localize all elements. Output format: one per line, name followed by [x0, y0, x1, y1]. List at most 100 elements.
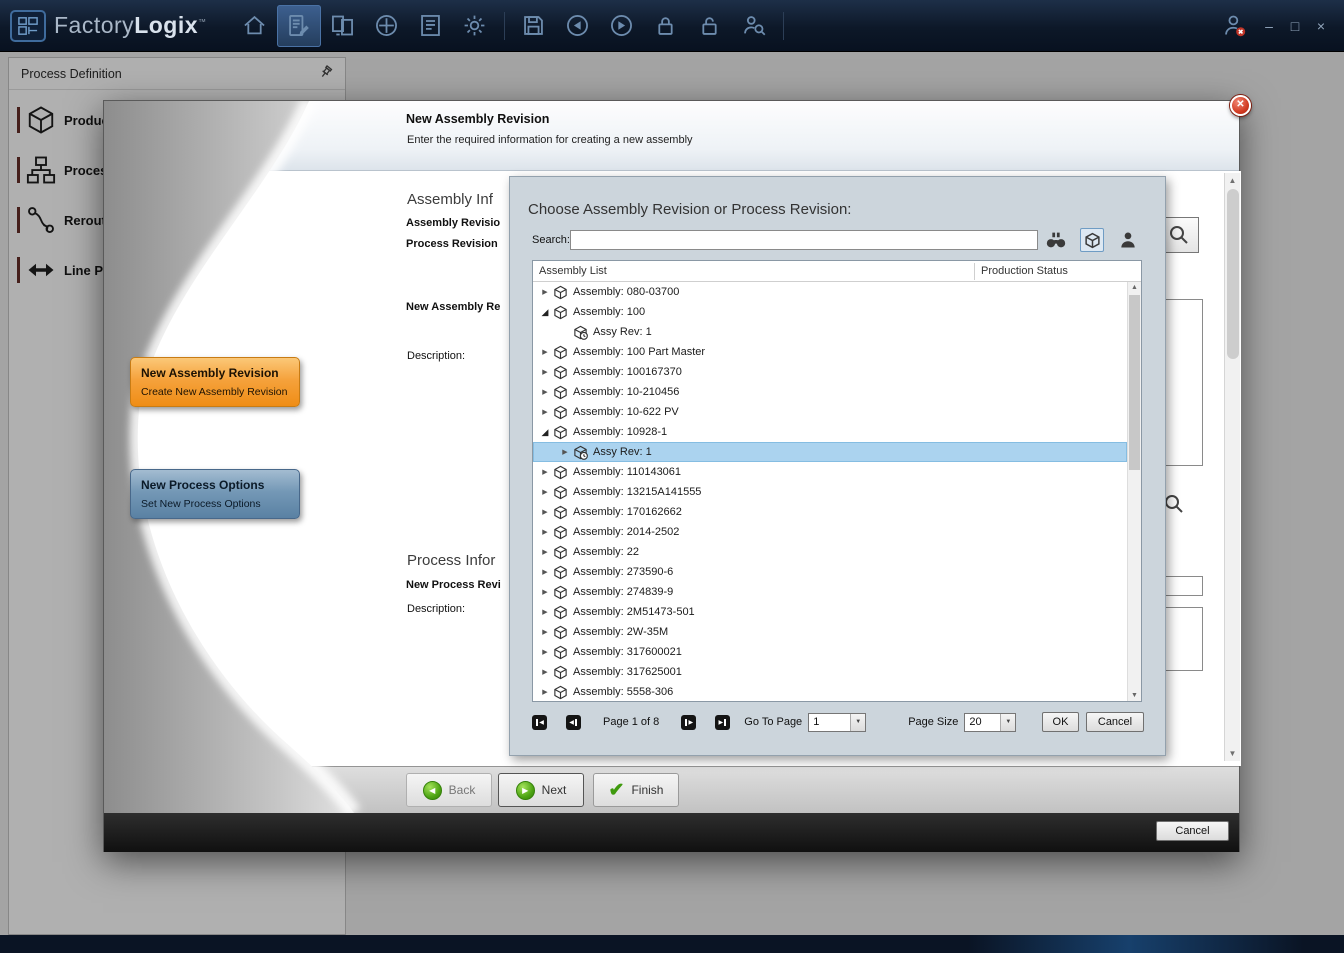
last-page-button[interactable]: ▶ — [715, 715, 730, 730]
process-editor-icon[interactable] — [277, 5, 321, 47]
prev-page-button[interactable]: ◀ — [566, 715, 581, 730]
expand-icon[interactable]: ▶ — [538, 628, 552, 636]
status-strip — [0, 935, 1344, 953]
item-accent-bar — [17, 157, 20, 183]
dialog-bottom-bar: Cancel — [104, 813, 1239, 852]
column-production-status[interactable]: Production Status — [981, 265, 1068, 277]
expand-icon[interactable]: ▶ — [538, 608, 552, 616]
content-scrollbar[interactable]: ▲ ▼ — [1224, 173, 1240, 761]
step-new-process-options[interactable]: New Process Options Set New Process Opti… — [130, 469, 300, 519]
scroll-down-icon[interactable]: ▼ — [1225, 749, 1240, 758]
list-item[interactable]: ▶ Assembly: 2M51473-501 — [533, 602, 1127, 622]
list-item[interactable]: ▶ Assembly: 10-622 PV — [533, 402, 1127, 422]
scroll-up-icon[interactable]: ▲ — [1128, 284, 1141, 291]
next-page-button[interactable]: ▶ — [681, 715, 696, 730]
maximize-button[interactable]: □ — [1282, 18, 1308, 34]
list-item[interactable]: ▶ Assembly: 317625001 — [533, 662, 1127, 682]
back-button[interactable]: ◀ Back — [406, 773, 492, 807]
redo-icon[interactable] — [600, 5, 644, 47]
list-item[interactable]: ▶ Assembly: 317600021 — [533, 642, 1127, 662]
unlock-icon[interactable] — [688, 5, 732, 47]
collapse-icon[interactable]: ◢ — [538, 307, 552, 318]
first-page-button[interactable]: ◀ — [532, 715, 547, 730]
expand-icon[interactable]: ▶ — [558, 448, 572, 456]
reports-icon[interactable] — [409, 5, 453, 47]
list-item[interactable]: ▶ Assembly: 13215A141555 — [533, 482, 1127, 502]
sidebar-item-line-process[interactable]: Line Pr — [17, 248, 108, 292]
expand-icon[interactable]: ▶ — [538, 388, 552, 396]
list-scrollbar[interactable]: ▲ ▼ — [1127, 282, 1141, 701]
home-icon[interactable] — [233, 5, 277, 47]
dropdown-arrow-icon[interactable]: ▼ — [850, 714, 865, 731]
list-item[interactable]: ▶ Assembly: 100167370 — [533, 362, 1127, 382]
user-search-icon[interactable] — [732, 5, 776, 47]
close-window-button[interactable]: × — [1308, 18, 1334, 34]
list-item[interactable]: ▶ Assembly: 170162662 — [533, 502, 1127, 522]
expand-icon[interactable]: ▶ — [538, 588, 552, 596]
page-indicator: Page 1 of 8 — [603, 716, 659, 728]
binoculars-icon[interactable] — [1044, 228, 1068, 252]
step-new-assembly-revision[interactable]: New Assembly Revision Create New Assembl… — [130, 357, 300, 407]
settings-gear-icon[interactable] — [453, 5, 497, 47]
list-item[interactable]: ◢ Assembly: 100 — [533, 302, 1127, 322]
document-transfer-icon[interactable] — [321, 5, 365, 47]
sidebar-item-processes[interactable]: Proces — [17, 148, 107, 192]
expand-icon[interactable]: ▶ — [538, 368, 552, 376]
ok-button[interactable]: OK — [1042, 712, 1079, 732]
list-item[interactable]: ▶ Assembly: 22 — [533, 542, 1127, 562]
collapse-icon[interactable]: ◢ — [538, 427, 552, 438]
expand-icon[interactable]: ▶ — [538, 548, 552, 556]
sidebar-item-reroute[interactable]: Rerout — [17, 198, 106, 242]
list-item[interactable]: ▶ Assembly: 273590-6 — [533, 562, 1127, 582]
assembly-filter-toggle[interactable] — [1080, 228, 1104, 252]
page-size-select[interactable]: 20 ▼ — [964, 713, 1016, 732]
undo-icon[interactable] — [556, 5, 600, 47]
next-button[interactable]: ▶ Next — [498, 773, 584, 807]
list-item[interactable]: ◢ Assembly: 10928-1 — [533, 422, 1127, 442]
expand-icon[interactable]: ▶ — [538, 568, 552, 576]
list-item[interactable]: ▶ Assembly: 080-03700 — [533, 282, 1127, 302]
scroll-down-icon[interactable]: ▼ — [1128, 692, 1141, 699]
item-accent-bar — [17, 207, 20, 233]
goto-page-select[interactable]: 1 ▼ — [808, 713, 866, 732]
list-item[interactable]: ▶ Assembly: 2W-35M — [533, 622, 1127, 642]
expand-icon[interactable]: ▶ — [538, 468, 552, 476]
list-item[interactable]: ▶ Assembly: 274839-9 — [533, 582, 1127, 602]
popup-cancel-button[interactable]: Cancel — [1086, 712, 1144, 732]
dialog-cancel-button[interactable]: Cancel — [1156, 821, 1229, 841]
finish-button[interactable]: ✔ Finish — [593, 773, 679, 807]
expand-icon[interactable]: ▶ — [538, 288, 552, 296]
column-assembly-list[interactable]: Assembly List — [539, 265, 607, 277]
expand-icon[interactable]: ▶ — [538, 408, 552, 416]
save-icon[interactable] — [512, 5, 556, 47]
person-filter-icon[interactable] — [1116, 228, 1140, 252]
list-item[interactable]: ▶ Assy Rev: 1 — [533, 442, 1127, 462]
scrollbar-thumb[interactable] — [1227, 189, 1239, 359]
list-item-label: Assembly: 110143061 — [573, 466, 681, 478]
page-size-value: 20 — [965, 716, 1000, 728]
expand-icon[interactable]: ▶ — [538, 528, 552, 536]
list-item[interactable]: ▶ Assembly: 2014-2502 — [533, 522, 1127, 542]
list-item[interactable]: ▶ Assembly: 110143061 — [533, 462, 1127, 482]
list-item[interactable]: Assy Rev: 1 — [533, 322, 1127, 342]
dialog-close-button[interactable]: ✕ — [1230, 95, 1251, 116]
sidebar-item-products[interactable]: Produc — [17, 98, 109, 142]
expand-icon[interactable]: ▶ — [538, 508, 552, 516]
search-input[interactable] — [570, 230, 1038, 250]
list-item[interactable]: ▶ Assembly: 5558-306 — [533, 682, 1127, 701]
navigate-icon[interactable] — [365, 5, 409, 47]
list-item[interactable]: ▶ Assembly: 10-210456 — [533, 382, 1127, 402]
lock-icon[interactable] — [644, 5, 688, 47]
logout-user-icon[interactable] — [1212, 5, 1256, 47]
expand-icon[interactable]: ▶ — [538, 668, 552, 676]
expand-icon[interactable]: ▶ — [538, 348, 552, 356]
expand-icon[interactable]: ▶ — [538, 648, 552, 656]
expand-icon[interactable]: ▶ — [538, 688, 552, 696]
scroll-up-icon[interactable]: ▲ — [1225, 176, 1240, 185]
minimize-button[interactable]: – — [1256, 18, 1282, 34]
pin-icon[interactable] — [318, 65, 333, 83]
dropdown-arrow-icon[interactable]: ▼ — [1000, 714, 1015, 731]
scrollbar-thumb[interactable] — [1129, 295, 1140, 470]
expand-icon[interactable]: ▶ — [538, 488, 552, 496]
list-item[interactable]: ▶ Assembly: 100 Part Master — [533, 342, 1127, 362]
